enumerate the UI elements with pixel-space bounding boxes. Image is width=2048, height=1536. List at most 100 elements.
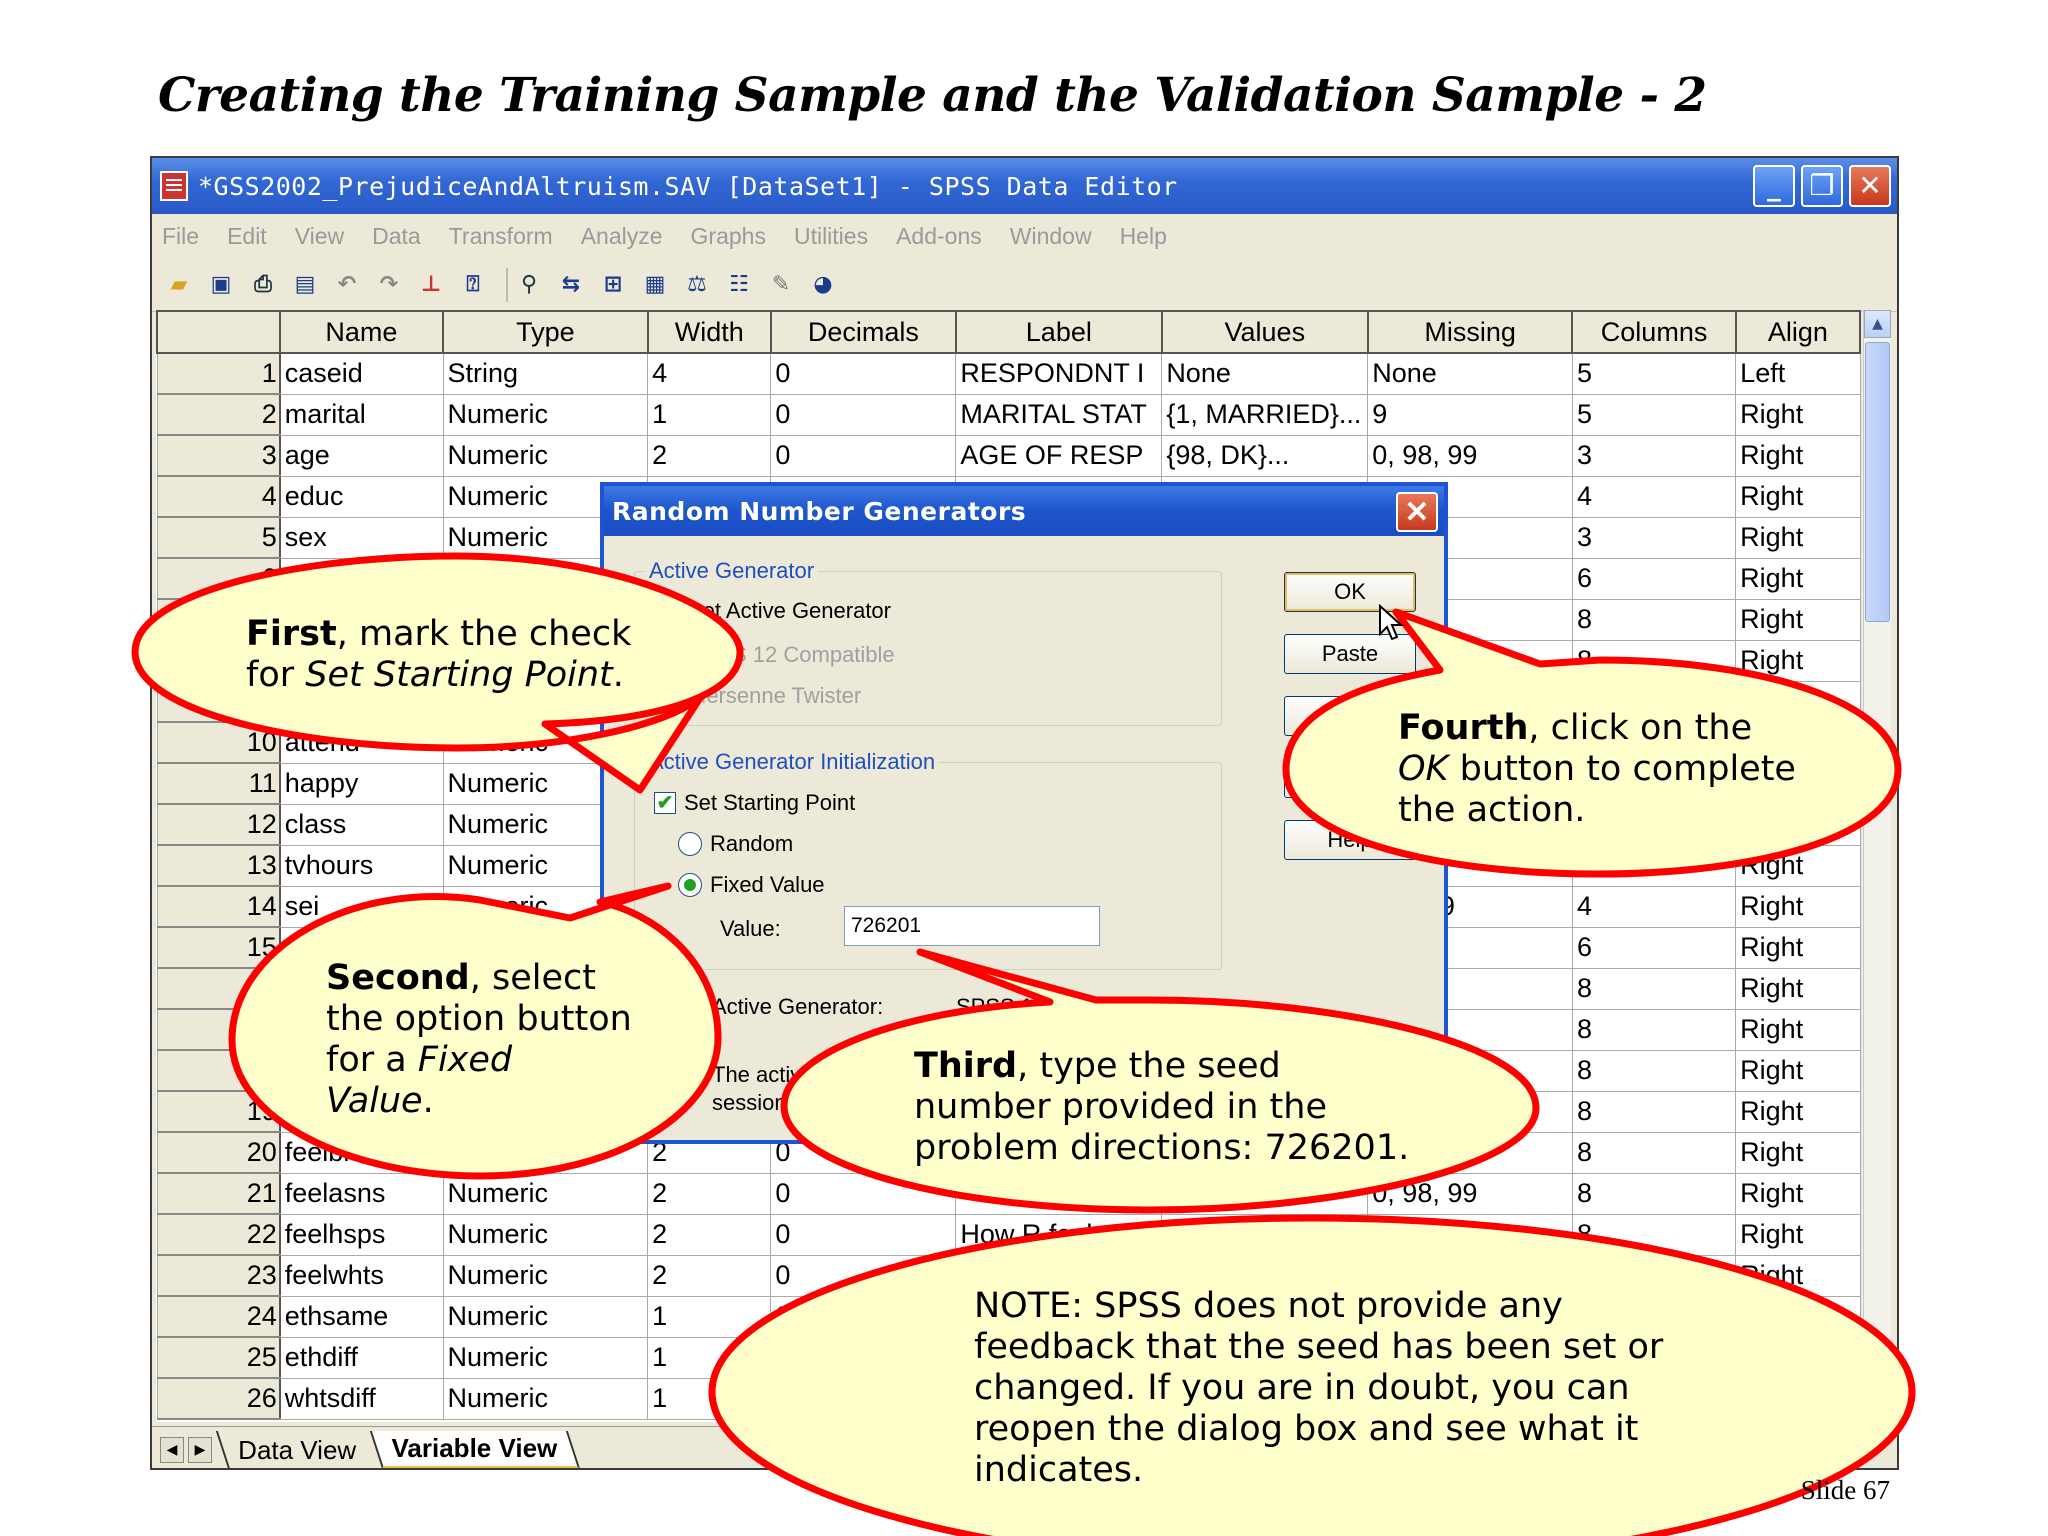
fixed-value-radio[interactable] — [678, 873, 702, 897]
align-cell[interactable]: Right — [1735, 885, 1861, 928]
menu-file[interactable]: File — [162, 223, 199, 250]
name-cell[interactable]: marital — [279, 393, 444, 436]
columns-cell[interactable]: 8 — [1571, 967, 1737, 1010]
vertical-scrollbar[interactable]: ▲ — [1863, 310, 1891, 1422]
columns-cell[interactable]: 8 — [1571, 1008, 1737, 1051]
decimals-cell[interactable]: 0 — [770, 1254, 957, 1297]
width-cell[interactable]: 2 — [647, 1254, 772, 1297]
decimals-cell[interactable]: 0 — [770, 352, 957, 395]
align-cell[interactable]: Right — [1735, 926, 1861, 969]
align-cell[interactable]: Right — [1735, 1254, 1861, 1297]
align-cell[interactable]: Right — [1735, 1090, 1861, 1133]
align-cell[interactable]: Right — [1735, 475, 1861, 518]
seed-value-input[interactable] — [844, 906, 1100, 946]
width-cell[interactable]: 1 — [647, 1377, 772, 1420]
undo-icon[interactable]: ↶ — [332, 271, 362, 299]
variables-icon[interactable]: ⍰ — [458, 271, 488, 299]
columns-cell[interactable] — [1571, 844, 1737, 887]
save-icon[interactable]: ▣ — [206, 271, 236, 299]
spss12-compatible-radio[interactable] — [660, 642, 684, 666]
row-number[interactable]: 4 — [156, 475, 281, 518]
tab-prev-icon[interactable]: ◀ — [160, 1436, 184, 1463]
find-icon[interactable]: ⚲ — [514, 271, 544, 299]
row-number[interactable]: 24 — [156, 1295, 281, 1338]
row-number[interactable]: 18 — [156, 1049, 281, 1092]
decimals-cell[interactable]: 0 — [770, 1213, 957, 1256]
decimals-cell[interactable]: 0 — [770, 1336, 957, 1379]
dialog-titlebar[interactable]: Random Number Generators — [604, 486, 1444, 536]
name-cell[interactable]: feelbl — [279, 1131, 444, 1174]
name-cell[interactable]: whtsdiff — [279, 1377, 444, 1420]
type-cell[interactable]: Numeric — [442, 393, 649, 436]
set-starting-point-checkbox[interactable]: ✔ — [654, 792, 676, 814]
row-number[interactable]: 19 — [156, 1090, 281, 1133]
align-cell[interactable]: Right — [1735, 516, 1861, 559]
columns-cell[interactable]: 4 — [1571, 475, 1737, 518]
window-titlebar[interactable]: *GSS2002_PrejudiceAndAltruism.SAV [DataS… — [152, 158, 1897, 214]
menu-transform[interactable]: Transform — [449, 223, 553, 250]
value-labels-icon[interactable]: ✎ — [766, 271, 796, 299]
values-cell[interactable]: {0, NAP}... — [1161, 1213, 1369, 1256]
weight-cases-icon[interactable]: ⚖ — [682, 271, 712, 299]
columns-cell[interactable]: 8 — [1571, 1213, 1737, 1256]
random-radio[interactable] — [678, 832, 702, 856]
values-cell[interactable]: None — [1161, 352, 1369, 395]
row-number[interactable]: 23 — [156, 1254, 281, 1297]
columns-cell[interactable]: 8 — [1571, 639, 1737, 682]
missing-cell[interactable] — [1367, 1213, 1573, 1256]
name-cell[interactable]: age — [279, 434, 444, 477]
columns-cell[interactable]: 6 — [1571, 557, 1737, 600]
label-cell[interactable]: AGE OF RESP — [955, 434, 1163, 477]
menu-data[interactable]: Data — [372, 223, 421, 250]
type-cell[interactable]: Numeric — [442, 1336, 649, 1379]
name-cell[interactable]: feelwhts — [279, 1254, 444, 1297]
columns-cell[interactable]: 8 — [1571, 1131, 1737, 1174]
row-number[interactable]: 16 — [156, 967, 281, 1010]
columns-cell[interactable]: 8 — [1571, 598, 1737, 641]
cancel-button[interactable]: Cancel — [1284, 758, 1416, 798]
width-cell[interactable]: 2 — [647, 1213, 772, 1256]
align-cell[interactable]: Right — [1735, 967, 1861, 1010]
print-icon[interactable]: ⎙ — [248, 271, 278, 299]
columns-cell[interactable]: 8 — [1571, 1049, 1737, 1092]
row-number[interactable]: 5 — [156, 516, 281, 559]
menu-analyze[interactable]: Analyze — [581, 223, 663, 250]
type-cell[interactable]: Numeric — [442, 1254, 649, 1297]
values-cell[interactable] — [1161, 1172, 1369, 1215]
align-cell[interactable]: Right — [1735, 1008, 1861, 1051]
dialog-recall-icon[interactable]: ▤ — [290, 271, 320, 299]
width-cell[interactable]: 2 — [647, 1172, 772, 1215]
row-number[interactable]: 10 — [156, 721, 281, 764]
missing-cell[interactable]: None — [1367, 352, 1573, 395]
decimals-cell[interactable]: 0 — [770, 393, 957, 436]
align-cell[interactable]: Right — [1735, 393, 1861, 436]
columns-cell[interactable]: 4 — [1571, 885, 1737, 928]
align-cell[interactable]: Right — [1735, 844, 1861, 887]
missing-cell[interactable]: 9 — [1367, 393, 1573, 436]
dialog-close-button[interactable]: ✕ — [1396, 492, 1438, 532]
menu-help[interactable]: Help — [1120, 223, 1167, 250]
missing-cell[interactable]: 0, 98, 99 — [1367, 1172, 1573, 1215]
type-cell[interactable]: String — [442, 352, 649, 395]
label-cell[interactable]: RESPONDNT I — [955, 352, 1163, 395]
columns-cell[interactable]: 5 — [1571, 393, 1737, 436]
header-type[interactable]: Type — [442, 310, 649, 354]
columns-cell[interactable]: 3 — [1571, 434, 1737, 477]
restore-button[interactable]: ❐ — [1801, 165, 1843, 207]
align-cell[interactable]: Right — [1735, 1131, 1861, 1174]
header-name[interactable]: Name — [278, 310, 445, 354]
row-number[interactable]: 3 — [156, 434, 281, 477]
columns-cell[interactable]: 5 — [1571, 352, 1737, 395]
row-number[interactable]: 11 — [156, 762, 281, 805]
goto-case-icon[interactable]: ⊥ — [416, 271, 446, 299]
type-cell[interactable]: Numeric — [442, 434, 649, 477]
decimals-cell[interactable]: 0 — [770, 1295, 957, 1338]
columns-cell[interactable]: 8 — [1571, 1172, 1737, 1215]
width-cell[interactable]: 4 — [647, 352, 772, 395]
name-cell[interactable]: class — [279, 803, 444, 846]
width-cell[interactable]: 2 — [647, 434, 772, 477]
align-cell[interactable]: Right — [1735, 639, 1861, 682]
tab-data-view[interactable]: Data View — [215, 1430, 377, 1468]
row-number[interactable]: 14 — [156, 885, 281, 928]
menu-graphs[interactable]: Graphs — [691, 223, 766, 250]
